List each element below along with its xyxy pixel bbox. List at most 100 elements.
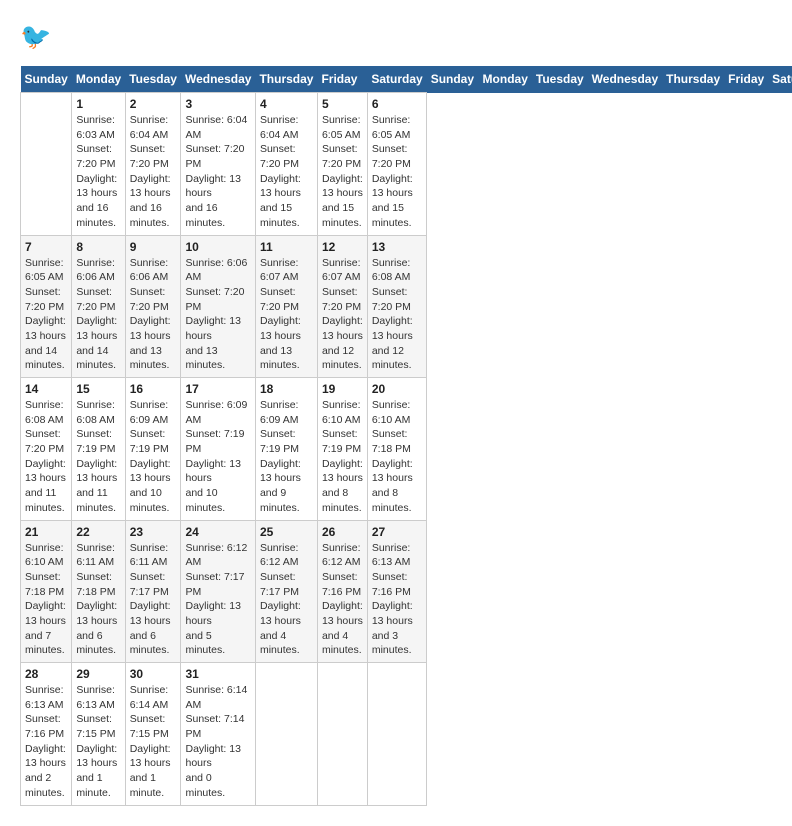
calendar-cell: 2 Sunrise: 6:04 AMSunset: 7:20 PMDaylight… xyxy=(125,93,181,236)
day-of-week-header: Tuesday xyxy=(125,66,181,93)
calendar-week-row: 14 Sunrise: 6:08 AMSunset: 7:20 PMDayligh… xyxy=(21,378,792,521)
svg-text:🐦: 🐦 xyxy=(20,23,51,51)
calendar-cell: 24Sunrise: 6:12 AMSunset: 7:17 PMDayligh… xyxy=(181,520,255,663)
day-number: 6 xyxy=(372,97,422,111)
day-info: Sunrise: 6:09 AMSunset: 7:19 PMDaylight:… xyxy=(130,398,177,516)
calendar-cell xyxy=(255,663,317,806)
calendar-cell: 23Sunrise: 6:11 AMSunset: 7:17 PMDayligh… xyxy=(125,520,181,663)
day-of-week-header: Monday xyxy=(72,66,125,93)
day-number: 2 xyxy=(130,97,177,111)
day-info: Sunrise: 6:10 AMSunset: 7:18 PMDaylight:… xyxy=(372,398,422,516)
day-info: Sunrise: 6:13 AMSunset: 7:15 PMDaylight:… xyxy=(76,683,120,801)
day-info: Sunrise: 6:14 AMSunset: 7:15 PMDaylight:… xyxy=(130,683,177,801)
day-number: 28 xyxy=(25,667,67,681)
logo: 🐦 xyxy=(20,20,60,56)
day-of-week-header: Saturday xyxy=(768,66,792,93)
day-info: Sunrise: 6:04 AMSunset: 7:20 PMDaylight:… xyxy=(260,113,313,231)
day-number: 19 xyxy=(322,382,363,396)
day-of-week-header: Wednesday xyxy=(588,66,662,93)
day-number: 7 xyxy=(25,240,67,254)
calendar-cell: 7 Sunrise: 6:05 AMSunset: 7:20 PMDaylight… xyxy=(21,235,72,378)
day-number: 18 xyxy=(260,382,313,396)
calendar-week-row: 7 Sunrise: 6:05 AMSunset: 7:20 PMDaylight… xyxy=(21,235,792,378)
calendar-cell: 9 Sunrise: 6:06 AMSunset: 7:20 PMDaylight… xyxy=(125,235,181,378)
day-number: 9 xyxy=(130,240,177,254)
day-info: Sunrise: 6:13 AMSunset: 7:16 PMDaylight:… xyxy=(25,683,67,801)
day-number: 4 xyxy=(260,97,313,111)
day-of-week-header: Friday xyxy=(317,66,367,93)
day-number: 10 xyxy=(185,240,250,254)
calendar-cell xyxy=(21,93,72,236)
day-info: Sunrise: 6:08 AMSunset: 7:20 PMDaylight:… xyxy=(25,398,67,516)
calendar-cell: 10Sunrise: 6:06 AMSunset: 7:20 PMDayligh… xyxy=(181,235,255,378)
day-info: Sunrise: 6:13 AMSunset: 7:16 PMDaylight:… xyxy=(372,541,422,659)
calendar-header-row: SundayMondayTuesdayWednesdayThursdayFrid… xyxy=(21,66,792,93)
calendar-cell: 12 Sunrise: 6:07 AMSunset: 7:20 PMDayligh… xyxy=(317,235,367,378)
day-number: 14 xyxy=(25,382,67,396)
day-of-week-header: Sunday xyxy=(427,66,479,93)
day-info: Sunrise: 6:14 AMSunset: 7:14 PMDaylight:… xyxy=(185,683,250,801)
day-number: 22 xyxy=(76,525,120,539)
day-info: Sunrise: 6:08 AMSunset: 7:19 PMDaylight:… xyxy=(76,398,120,516)
day-info: Sunrise: 6:12 AMSunset: 7:16 PMDaylight:… xyxy=(322,541,363,659)
day-number: 20 xyxy=(372,382,422,396)
calendar-cell: 16Sunrise: 6:09 AMSunset: 7:19 PMDayligh… xyxy=(125,378,181,521)
day-info: Sunrise: 6:07 AMSunset: 7:20 PMDaylight:… xyxy=(260,256,313,374)
day-info: Sunrise: 6:05 AMSunset: 7:20 PMDaylight:… xyxy=(25,256,67,374)
page-header: 🐦 xyxy=(20,20,772,56)
calendar-cell: 5 Sunrise: 6:05 AMSunset: 7:20 PMDaylight… xyxy=(317,93,367,236)
day-info: Sunrise: 6:06 AMSunset: 7:20 PMDaylight:… xyxy=(76,256,120,374)
calendar-cell: 1 Sunrise: 6:03 AMSunset: 7:20 PMDaylight… xyxy=(72,93,125,236)
calendar-cell: 17Sunrise: 6:09 AMSunset: 7:19 PMDayligh… xyxy=(181,378,255,521)
day-number: 8 xyxy=(76,240,120,254)
calendar-cell: 31 Sunrise: 6:14 AMSunset: 7:14 PMDayligh… xyxy=(181,663,255,806)
calendar-week-row: 28 Sunrise: 6:13 AMSunset: 7:16 PMDayligh… xyxy=(21,663,792,806)
day-info: Sunrise: 6:05 AMSunset: 7:20 PMDaylight:… xyxy=(322,113,363,231)
day-number: 5 xyxy=(322,97,363,111)
day-number: 25 xyxy=(260,525,313,539)
day-info: Sunrise: 6:12 AMSunset: 7:17 PMDaylight:… xyxy=(260,541,313,659)
day-number: 23 xyxy=(130,525,177,539)
calendar-cell: 13Sunrise: 6:08 AMSunset: 7:20 PMDayligh… xyxy=(367,235,426,378)
logo-icon: 🐦 xyxy=(20,20,56,56)
calendar-cell: 21Sunrise: 6:10 AMSunset: 7:18 PMDayligh… xyxy=(21,520,72,663)
day-of-week-header: Sunday xyxy=(21,66,72,93)
calendar-cell: 18 Sunrise: 6:09 AMSunset: 7:19 PMDayligh… xyxy=(255,378,317,521)
day-info: Sunrise: 6:09 AMSunset: 7:19 PMDaylight:… xyxy=(260,398,313,516)
day-info: Sunrise: 6:10 AMSunset: 7:19 PMDaylight:… xyxy=(322,398,363,516)
day-info: Sunrise: 6:06 AMSunset: 7:20 PMDaylight:… xyxy=(130,256,177,374)
day-number: 27 xyxy=(372,525,422,539)
calendar-cell: 22Sunrise: 6:11 AMSunset: 7:18 PMDayligh… xyxy=(72,520,125,663)
calendar-cell: 15 Sunrise: 6:08 AMSunset: 7:19 PMDayligh… xyxy=(72,378,125,521)
day-of-week-header: Tuesday xyxy=(532,66,588,93)
calendar-week-row: 21Sunrise: 6:10 AMSunset: 7:18 PMDayligh… xyxy=(21,520,792,663)
day-info: Sunrise: 6:07 AMSunset: 7:20 PMDaylight:… xyxy=(322,256,363,374)
calendar-cell: 27 Sunrise: 6:13 AMSunset: 7:16 PMDayligh… xyxy=(367,520,426,663)
calendar-cell: 25 Sunrise: 6:12 AMSunset: 7:17 PMDayligh… xyxy=(255,520,317,663)
calendar-cell: 8 Sunrise: 6:06 AMSunset: 7:20 PMDaylight… xyxy=(72,235,125,378)
day-number: 31 xyxy=(185,667,250,681)
calendar-cell: 20 Sunrise: 6:10 AMSunset: 7:18 PMDayligh… xyxy=(367,378,426,521)
day-of-week-header: Saturday xyxy=(367,66,426,93)
calendar-cell: 30Sunrise: 6:14 AMSunset: 7:15 PMDayligh… xyxy=(125,663,181,806)
calendar-cell: 3Sunrise: 6:04 AMSunset: 7:20 PMDaylight… xyxy=(181,93,255,236)
day-info: Sunrise: 6:05 AMSunset: 7:20 PMDaylight:… xyxy=(372,113,422,231)
day-number: 29 xyxy=(76,667,120,681)
day-number: 3 xyxy=(185,97,250,111)
day-of-week-header: Wednesday xyxy=(181,66,255,93)
day-number: 26 xyxy=(322,525,363,539)
calendar-table: SundayMondayTuesdayWednesdayThursdayFrid… xyxy=(20,66,792,806)
calendar-cell: 11 Sunrise: 6:07 AMSunset: 7:20 PMDayligh… xyxy=(255,235,317,378)
day-info: Sunrise: 6:03 AMSunset: 7:20 PMDaylight:… xyxy=(76,113,120,231)
day-of-week-header: Thursday xyxy=(255,66,317,93)
day-number: 11 xyxy=(260,240,313,254)
calendar-cell xyxy=(367,663,426,806)
day-number: 1 xyxy=(76,97,120,111)
day-info: Sunrise: 6:12 AMSunset: 7:17 PMDaylight:… xyxy=(185,541,250,659)
day-number: 21 xyxy=(25,525,67,539)
day-number: 12 xyxy=(322,240,363,254)
day-number: 15 xyxy=(76,382,120,396)
day-info: Sunrise: 6:08 AMSunset: 7:20 PMDaylight:… xyxy=(372,256,422,374)
day-info: Sunrise: 6:04 AMSunset: 7:20 PMDaylight:… xyxy=(130,113,177,231)
calendar-cell: 29 Sunrise: 6:13 AMSunset: 7:15 PMDayligh… xyxy=(72,663,125,806)
